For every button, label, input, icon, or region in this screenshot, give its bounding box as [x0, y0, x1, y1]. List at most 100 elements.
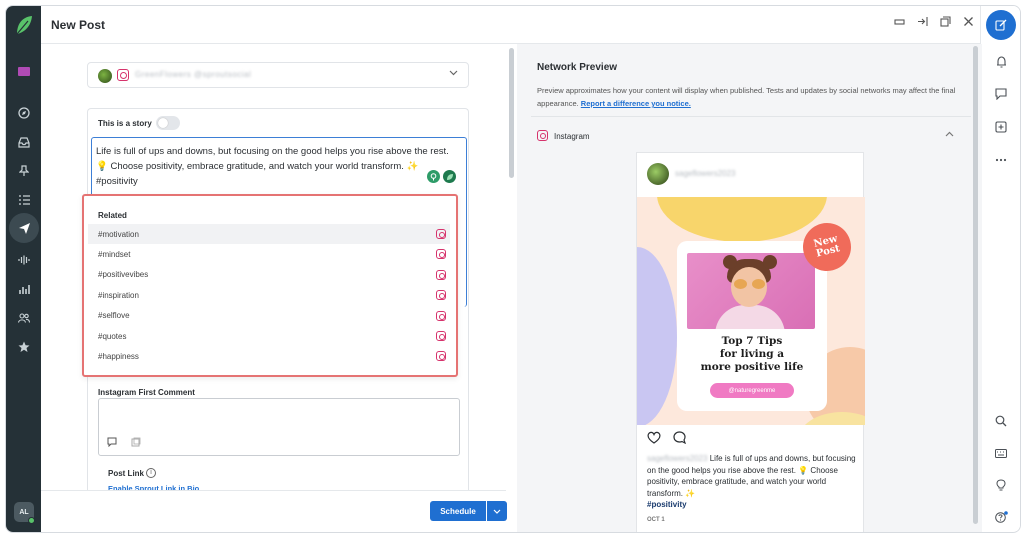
caption-username: sageflowers2023 [647, 454, 708, 463]
pin-icon[interactable] [13, 160, 35, 182]
image-headline-text: Top 7 Tips for living a more positive life [700, 335, 804, 373]
image-icon[interactable] [131, 437, 141, 449]
left-nav: AL [6, 6, 41, 532]
message-icon[interactable] [991, 84, 1011, 104]
comment-toolbar [107, 437, 141, 449]
report-difference-link[interactable]: Report a difference you notice. [581, 99, 691, 108]
story-toggle-label: This is a story [98, 119, 152, 128]
first-comment-input[interactable] [98, 398, 460, 456]
instagram-icon [436, 310, 446, 321]
hashtag-suggestion-item[interactable]: #mindset [88, 244, 450, 264]
instagram-icon [436, 351, 446, 362]
people-icon[interactable] [13, 307, 35, 329]
compose-icon[interactable] [986, 10, 1016, 40]
image-handle-pill: @naturegreenme [710, 383, 794, 398]
schedule-options-button[interactable] [487, 501, 507, 521]
hashtag-suggestions: Related #motivation #mindset #positivevibe… [82, 194, 458, 377]
hashtag-suggestion-item[interactable]: #quotes [88, 326, 450, 346]
photo-figure [763, 255, 777, 269]
lightbulb-icon[interactable] [991, 475, 1011, 495]
bell-icon[interactable] [991, 52, 1011, 72]
comment-bubble-icon[interactable] [673, 431, 687, 447]
network-preview-description: Preview approximates how your content wi… [537, 84, 957, 110]
assist-icons [427, 170, 456, 183]
chevron-up-icon[interactable] [945, 129, 954, 139]
network-preview-panel: Network Preview Preview approximates how… [517, 44, 982, 532]
instagram-icon [436, 229, 446, 239]
caption-hashtag: #positivity [647, 500, 687, 509]
instagram-icon [537, 130, 548, 141]
schedule-button[interactable]: Schedule [430, 501, 486, 521]
badge-text: New Post [812, 233, 842, 260]
instagram-icon [436, 330, 446, 341]
decor-shape [637, 247, 677, 425]
search-icon[interactable] [991, 411, 1011, 431]
star-icon[interactable] [13, 336, 35, 358]
photo-figure [723, 255, 737, 269]
comment-icon[interactable] [107, 437, 117, 449]
plus-square-icon[interactable] [991, 117, 1011, 137]
profile-selector[interactable]: GreenFlowers @sproutsocial [87, 62, 469, 88]
keyboard-icon[interactable] [991, 443, 1011, 463]
collapse-icon[interactable] [917, 16, 928, 30]
info-icon[interactable]: i [146, 468, 156, 478]
bar-chart-icon[interactable] [13, 278, 35, 300]
heart-icon[interactable] [647, 431, 661, 447]
chevron-down-icon[interactable] [449, 68, 458, 79]
compass-icon[interactable] [13, 102, 35, 124]
hashtag-suggestion-label: #positivevibes [98, 270, 149, 280]
suggestions-list: #motivation #mindset #positivevibes #inspir… [88, 224, 450, 367]
hashtag-suggestion-label: #happiness [98, 352, 139, 362]
photo-figure [715, 305, 785, 329]
online-status-dot [28, 517, 35, 524]
post-date: OCT 1 [647, 517, 665, 523]
divider [531, 116, 971, 117]
list-icon[interactable] [13, 189, 35, 211]
post-text-line: #positivity [96, 176, 138, 187]
window-controls [894, 16, 974, 30]
hashtag-suggestion-item[interactable]: #happiness [88, 346, 450, 366]
suggestions-heading: Related [98, 211, 127, 220]
send-icon[interactable] [9, 213, 39, 243]
image-headline: Top 7 Tips for living a more positive life [677, 335, 827, 374]
leaf-assist-icon[interactable] [443, 170, 456, 183]
post-caption: sageflowers2023 Life is full of ups and … [647, 453, 857, 511]
post-link-label: Post Link [108, 469, 145, 478]
hashtag-suggestion-label: #selflove [98, 311, 130, 321]
footer-bar: Schedule [41, 490, 507, 532]
lightbulb-assist-icon[interactable] [427, 170, 440, 183]
preview-username: sageflowers2023 [675, 169, 736, 178]
sprout-logo-icon[interactable] [14, 14, 34, 36]
first-comment-label: Instagram First Comment [98, 388, 195, 397]
hashtag-suggestion-item[interactable]: #inspiration [88, 285, 450, 305]
hashtag-suggestion-item[interactable]: #selflove [88, 306, 450, 326]
editor-scrollbar[interactable] [509, 48, 514, 178]
more-icon[interactable] [991, 150, 1011, 170]
minimize-icon[interactable] [894, 16, 905, 30]
profile-avatar [98, 69, 112, 83]
audio-wave-icon[interactable] [13, 249, 35, 271]
image-card: Top 7 Tips for living a more positive life… [677, 241, 827, 411]
popout-icon[interactable] [940, 16, 951, 30]
inbox-icon[interactable] [13, 131, 35, 153]
photo-figure [734, 279, 766, 289]
folder-icon[interactable] [13, 60, 35, 82]
decor-shape [797, 412, 865, 425]
page-title: New Post [51, 18, 106, 32]
instagram-icon [117, 69, 129, 81]
decor-shape [657, 197, 827, 242]
help-icon[interactable] [991, 507, 1011, 527]
network-label: Instagram [554, 132, 590, 141]
avatar [647, 163, 669, 185]
post-image: Top 7 Tips for living a more positive life… [637, 197, 865, 425]
hashtag-suggestion-label: #inspiration [98, 290, 139, 300]
hashtag-suggestion-item[interactable]: #motivation [88, 224, 450, 245]
instagram-icon [436, 290, 446, 301]
story-toggle[interactable] [156, 116, 180, 130]
instagram-icon [436, 249, 446, 260]
hashtag-suggestion-item[interactable]: #positivevibes [88, 265, 450, 285]
preview-scrollbar[interactable] [973, 46, 978, 524]
network-preview-title: Network Preview [537, 62, 618, 73]
close-icon[interactable] [963, 16, 974, 30]
post-text-line: Life is full of ups and downs, but focus… [96, 146, 449, 157]
